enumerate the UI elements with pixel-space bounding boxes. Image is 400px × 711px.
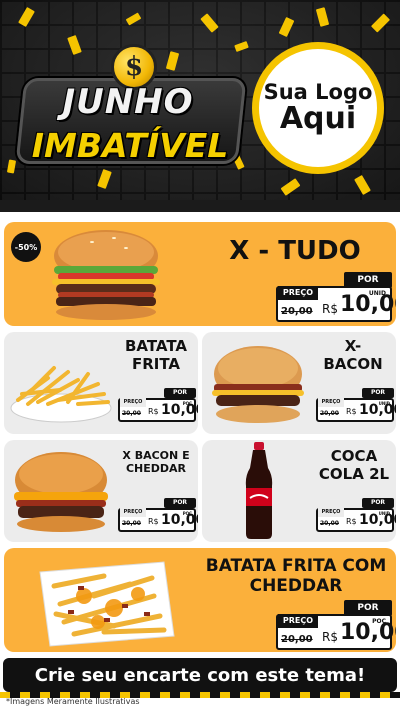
preco-label: PREÇO [278,614,318,628]
price-box: PREÇO 20,00 R$ 10,00 UNID [276,286,396,322]
header-banner: $ JUNHO IMBATÍVEL Sua Logo Aqui [0,0,400,200]
old-price: 20,00 [281,306,313,317]
burger-image [52,230,160,320]
flyer: $ JUNHO IMBATÍVEL Sua Logo Aqui -50% X -… [0,0,400,711]
burger-image [212,346,304,423]
unit: POÇ [182,401,192,406]
disclaimer-text: *Imagens Meramente Ilustrativas [6,697,140,706]
price-box: PREÇO 20,00 R$ 10,00 UNID [316,508,396,532]
confetti [278,16,295,38]
price-tag: POR PREÇO 20,00 R$ 10,00 UNID [276,272,396,322]
confetti [125,12,142,26]
product-name: X BACON E CHEDDAR [122,449,190,475]
price-box: PREÇO 20,00 R$ 10,00 POÇ [118,508,198,532]
currency: R$ [148,407,159,416]
price-tag: POR PREÇO 20,00 R$ 10,00 POÇ [276,600,396,650]
price-tag: POR PREÇO 20,00 R$ 10,00 POÇ [118,388,198,422]
price-tag: POR PREÇO 20,00 R$ 10,00 POÇ [118,498,198,532]
product-name: BATATA FRITA COM CHEDDAR [205,556,387,597]
price: 10,00 [161,512,198,528]
logo-placeholder: Sua Logo Aqui [252,42,384,174]
unit: UNID [378,401,390,406]
unit: UNID [378,511,390,516]
product-card-coca-cola: COCA COLA 2L POR PREÇO 20,00 R$ 10,00 UN… [202,440,396,542]
old-price: 20,00 [122,520,141,527]
cola-bottle-image [245,442,273,539]
preco-label: PREÇO [278,286,318,300]
product-name: COCA COLA 2L [318,447,390,483]
currency: R$ [346,407,357,416]
old-price: 20,00 [122,410,141,417]
logo-text-2: Aqui [279,101,357,137]
campaign-title: $ JUNHO IMBATÍVEL [14,38,247,178]
title-line-2: IMBATÍVEL [31,126,229,165]
price: 10,00 [359,512,396,528]
por-label: POR [164,498,196,508]
confetti [18,6,35,28]
old-price: 20,00 [320,410,339,417]
confetti [280,178,301,196]
preco-label: PREÇO [120,398,146,407]
price: 10,00 [359,402,396,418]
price: 10,00 [161,402,198,418]
confetti [354,174,371,196]
product-card-x-bacon: X- BACON POR PREÇO 20,00 R$ 10,00 UNID [202,332,396,434]
old-price: 20,00 [320,520,339,527]
unit: POÇ [372,618,386,625]
price-box: PREÇO 20,00 R$ 10,00 POÇ [118,398,198,422]
price: 10,00 [340,620,396,645]
unit: POÇ [182,511,192,516]
burger-image [14,452,108,532]
price-tag: POR PREÇO 20,00 R$ 10,00 UNID [316,388,396,422]
currency: R$ [346,517,357,526]
currency: R$ [148,517,159,526]
por-label: POR [362,498,394,508]
fries-image [10,366,112,423]
currency: R$ [322,302,338,316]
confetti [315,7,330,27]
cta-banner[interactable]: Crie seu encarte com este tema! [3,658,397,692]
product-card-x-tudo: -50% X - TUDO POR PREÇO 20,00 R$ 10,00 U… [4,222,396,326]
old-price: 20,00 [281,634,313,645]
product-card-x-bacon-cheddar: X BACON E CHEDDAR POR PREÇO 20,00 R$ 10,… [4,440,198,542]
por-label: POR [362,388,394,398]
title-line-1: JUNHO [62,82,194,122]
product-name: X- BACON [323,337,383,373]
price-box: PREÇO 20,00 R$ 10,00 POÇ [276,614,396,650]
logo-text-1: Sua Logo [263,80,373,105]
por-label: POR [164,388,196,398]
product-name: X - TUDO [229,236,361,266]
preco-label: PREÇO [318,398,344,407]
unit: UNID [368,290,386,297]
product-name: BATATA FRITA [124,337,188,373]
price-box: PREÇO 20,00 R$ 10,00 UNID [316,398,396,422]
confetti [200,13,219,33]
preco-label: PREÇO [318,508,344,517]
confetti [370,13,391,33]
currency: R$ [322,630,338,644]
price-tag: POR PREÇO 20,00 R$ 10,00 UNID [316,498,396,532]
product-card-batata-cheddar: BATATA FRITA COM CHEDDAR POR PREÇO 20,00… [4,548,396,652]
cheddar-fries-image [39,561,175,647]
product-card-batata-frita: BATATA FRITA POR PREÇO 20,00 R$ 10,00 PO… [4,332,198,434]
discount-badge: -50% [11,232,41,262]
preco-label: PREÇO [120,508,146,517]
